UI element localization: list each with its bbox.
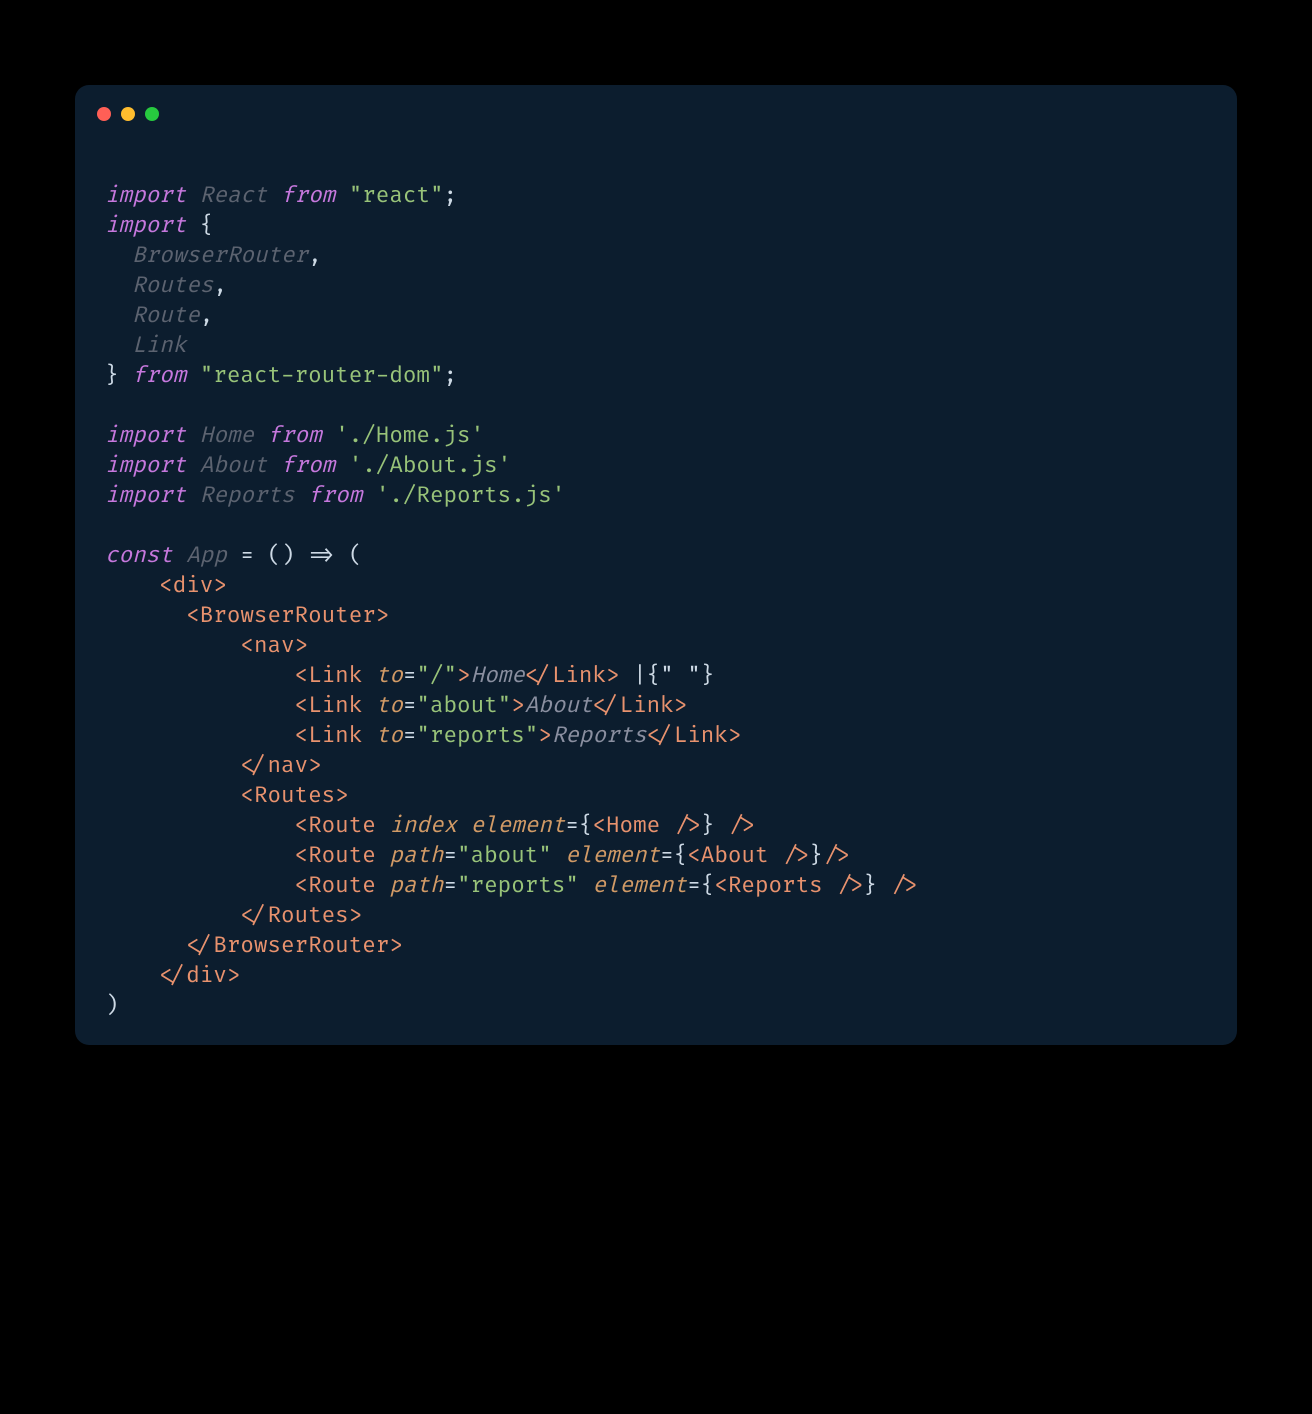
code-line: <Routes> [105, 782, 349, 809]
code-line: <Link to="about">About</Link> [105, 692, 687, 719]
code-line: const App = () => ( [105, 542, 362, 569]
code-line: Route, [105, 302, 213, 329]
code-line: import Home from './Home.js' [105, 422, 484, 449]
code-line: <Route path="about" element={<About />}/… [105, 842, 850, 869]
code-line: BrowserRouter, [105, 242, 322, 269]
window-minimize-icon[interactable] [121, 107, 135, 121]
code-window: import React from "react"; import { Brow… [75, 85, 1237, 1045]
code-line: <Link to="/">Home</Link> |{" "} [105, 662, 714, 689]
code-line: <Route index element={<Home />} /> [105, 812, 755, 839]
window-close-icon[interactable] [97, 107, 111, 121]
code-block: import React from "react"; import { Brow… [75, 121, 1237, 1045]
code-line: <Route path="reports" element={<Reports … [105, 872, 917, 899]
code-line: } from "react-router-dom"; [105, 362, 457, 389]
code-line: </nav> [105, 752, 322, 779]
code-line: <BrowserRouter> [105, 602, 389, 629]
code-line: import { [105, 212, 213, 239]
code-line: import About from './About.js' [105, 452, 511, 479]
code-line: </BrowserRouter> [105, 932, 403, 959]
code-line: <Link to="reports">Reports</Link> [105, 722, 741, 749]
code-line: Routes, [105, 272, 227, 299]
code-line: import React from "react"; [105, 182, 457, 209]
code-line: ) [105, 992, 119, 1019]
code-line: </Routes> [105, 902, 362, 929]
code-line: </div> [105, 962, 240, 989]
window-maximize-icon[interactable] [145, 107, 159, 121]
code-line: <div> [105, 572, 227, 599]
code-line: Link [105, 332, 186, 359]
code-line: import Reports from './Reports.js' [105, 482, 565, 509]
code-line: <nav> [105, 632, 308, 659]
window-titlebar [75, 85, 1237, 121]
